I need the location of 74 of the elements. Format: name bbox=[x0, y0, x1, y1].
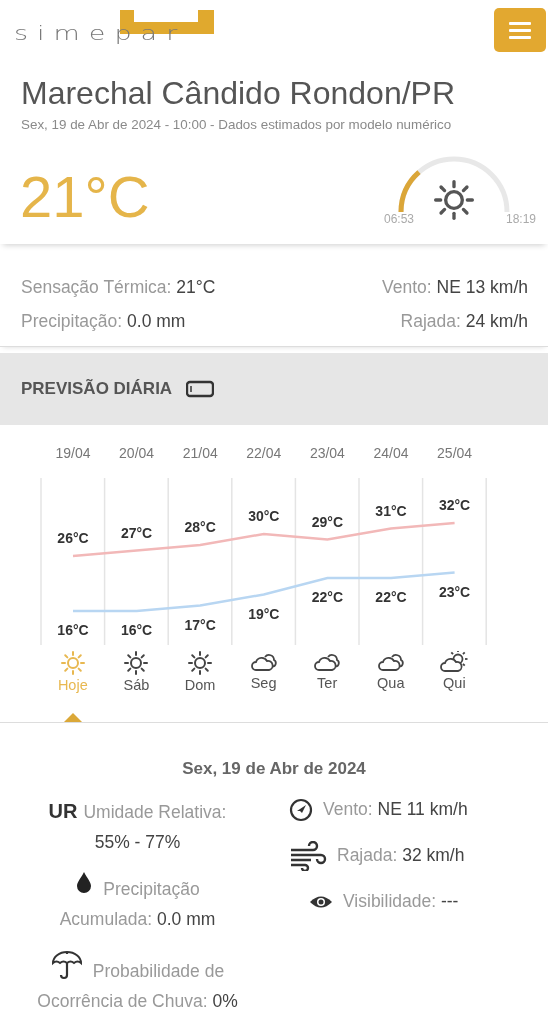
temperature-label: 28°C bbox=[184, 519, 216, 535]
date-label: 20/04 bbox=[119, 445, 155, 461]
field-value: 0.0 mm bbox=[127, 310, 186, 331]
cloud-icon bbox=[376, 651, 405, 673]
field-value: 21°C bbox=[176, 276, 216, 297]
field-label: Visibilidade: bbox=[343, 891, 437, 912]
field-value: NE 11 km/h bbox=[377, 799, 468, 820]
update-info: Sex, 19 de Abr de 2024 - 10:00 - Dados estimados por modelo numérico bbox=[21, 116, 453, 135]
wind-icon bbox=[289, 840, 327, 871]
cloud-icon bbox=[313, 651, 342, 673]
field-label: Precipitação: bbox=[21, 310, 123, 331]
field-label: Sensação Térmica: bbox=[21, 276, 172, 297]
date-label: 22/04 bbox=[246, 445, 282, 461]
day-tab[interactable]: Sáb bbox=[104, 651, 169, 703]
selection-caret bbox=[63, 713, 82, 722]
field-value: 24 km/h bbox=[465, 310, 528, 331]
menu-button[interactable] bbox=[494, 8, 546, 52]
sunrise-time: 06:53 bbox=[384, 210, 415, 228]
field-label: Vento: bbox=[382, 276, 432, 297]
field-value: 55% - 77% bbox=[94, 831, 181, 852]
temperature-label: 29°C bbox=[311, 513, 344, 530]
day-tab[interactable]: Seg bbox=[231, 651, 296, 703]
day-tab[interactable]: Ter bbox=[295, 651, 359, 703]
temperature-label: 26°C bbox=[57, 530, 89, 546]
temperature-label: 31°C bbox=[375, 502, 407, 519]
phone-landscape-icon bbox=[186, 380, 215, 398]
field-label: Umidade Relativa: bbox=[83, 801, 227, 822]
sun-icon bbox=[124, 651, 149, 675]
sunset-time: 18:19 bbox=[505, 210, 536, 228]
field-value: 0.0 mm bbox=[156, 909, 216, 929]
menu-icon bbox=[509, 21, 531, 39]
field-value: 0% bbox=[212, 990, 238, 1011]
sun-cloud-icon bbox=[439, 651, 470, 673]
temperature-label: 32°C bbox=[438, 497, 471, 513]
day-tab[interactable]: Qui bbox=[422, 651, 487, 703]
field-label: Probabilidade de bbox=[92, 960, 225, 981]
field-label: Acumulada: bbox=[59, 909, 153, 929]
temperature-label: 16°C bbox=[120, 622, 153, 638]
field-label: Rajada: bbox=[400, 310, 461, 331]
drop-icon bbox=[75, 871, 94, 894]
umbrella-icon bbox=[50, 948, 83, 981]
date-label: 25/04 bbox=[437, 445, 473, 461]
sun-icon bbox=[60, 651, 85, 675]
compass-icon bbox=[289, 797, 313, 822]
temperature-label: 30°C bbox=[248, 508, 280, 524]
date-label: 24/04 bbox=[373, 445, 409, 461]
current-temperature: 21°C bbox=[20, 167, 150, 226]
forecast-date: Sex, 19 de Abr de 2024 bbox=[181, 758, 367, 780]
field-value: --- bbox=[440, 891, 459, 912]
field-label: Vento: bbox=[323, 799, 373, 820]
temperature-label: 27°C bbox=[120, 524, 153, 541]
temperature-label: 19°C bbox=[248, 605, 280, 622]
field-value: 32 km/h bbox=[402, 845, 465, 866]
date-label: 23/04 bbox=[309, 445, 345, 461]
logo-text: simepar bbox=[14, 24, 187, 43]
temperature-label: 22°C bbox=[311, 589, 344, 605]
field-label: Precipitação bbox=[103, 879, 200, 900]
field-label: Rajada: bbox=[337, 845, 398, 866]
date-label: 19/04 bbox=[55, 445, 91, 461]
humidity-abbreviation: UR bbox=[48, 799, 78, 822]
day-tab[interactable]: Dom bbox=[168, 651, 232, 703]
temperature-label: 23°C bbox=[438, 583, 471, 600]
field-label: Ocorrência de Chuva: bbox=[37, 990, 208, 1011]
day-tab[interactable]: Qua bbox=[358, 651, 423, 703]
date-label: 21/04 bbox=[182, 445, 218, 461]
temperature-label: 16°C bbox=[57, 622, 89, 638]
sun-icon bbox=[434, 179, 474, 220]
city-title: Marechal Cândido Rondon/PR bbox=[21, 74, 457, 113]
temperature-label: 17°C bbox=[184, 616, 216, 633]
section-title: PREVISÃO DIÁRIA bbox=[21, 378, 173, 401]
sun-icon bbox=[188, 651, 212, 675]
field-value: NE 13 km/h bbox=[436, 276, 528, 297]
temperature-label: 22°C bbox=[375, 589, 407, 605]
cloud-icon bbox=[249, 651, 278, 673]
